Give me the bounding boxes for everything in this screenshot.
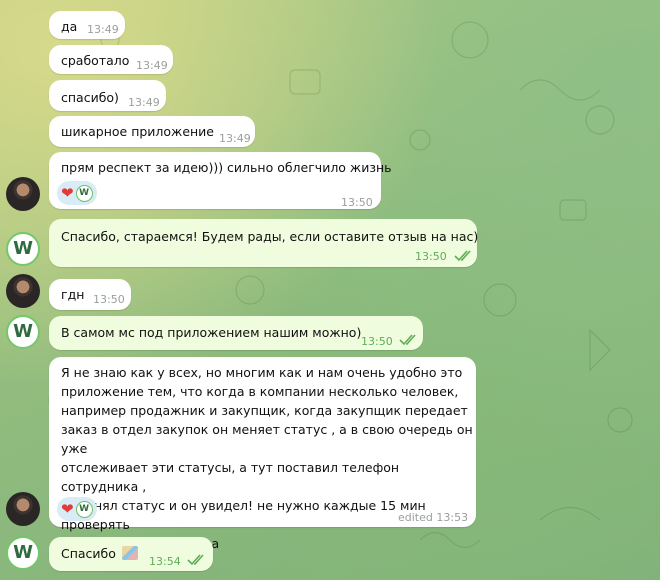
message-bubble[interactable]: сработало 13:49 xyxy=(49,45,173,74)
message-time: 13:50 xyxy=(361,335,393,348)
avatar[interactable]: W xyxy=(6,232,40,266)
message-bubble[interactable]: гдн 13:50 xyxy=(49,279,131,310)
message-bubble[interactable]: прям респект за идею))) сильно облегчило… xyxy=(49,152,392,209)
message-time: 13:50 xyxy=(341,196,373,209)
reactor-avatar-letter: W xyxy=(79,503,90,514)
message-time: 13:49 xyxy=(219,132,251,145)
reaction-pill[interactable]: ❤ W xyxy=(57,497,97,521)
message-text: сработало xyxy=(61,53,130,68)
message-text-content: Спасибо xyxy=(61,546,116,561)
message-time: 13:49 xyxy=(87,23,119,36)
message-time: 13:50 xyxy=(93,293,125,306)
read-checks-icon xyxy=(454,250,472,262)
read-checks-icon xyxy=(187,554,205,566)
message-bubble[interactable]: В самом мс под приложением нашим можно) … xyxy=(49,316,423,350)
avatar-letter: W xyxy=(13,542,33,563)
message-bubble[interactable]: Спасибо, стараемся! Будем рады, если ост… xyxy=(49,219,479,267)
reactor-avatar: W xyxy=(75,500,93,518)
heart-icon: ❤ xyxy=(61,183,74,202)
message-text: Спасибо xyxy=(61,544,138,563)
message-text: В самом мс под приложением нашим можно) xyxy=(61,325,362,340)
read-checks-icon xyxy=(399,334,417,346)
message-bubble[interactable]: Спасибо 13:54 xyxy=(49,537,213,571)
message-bubble[interactable]: Я не знаю как у всех, но многим как и на… xyxy=(49,357,476,551)
reaction-pill[interactable]: ❤ W xyxy=(57,181,97,205)
avatar-letter: W xyxy=(13,238,33,259)
message-time: 13:54 xyxy=(149,555,181,568)
message-text: шикарное приложение xyxy=(61,124,214,139)
message-text: да xyxy=(61,19,78,34)
message-text: спасибо) xyxy=(61,90,119,105)
message-line: заказ в отдел закупок он меняет статус ,… xyxy=(61,422,473,456)
avatar[interactable]: W xyxy=(6,536,40,570)
avatar[interactable]: W xyxy=(6,315,40,349)
message-line: приложение тем, что когда в компании нес… xyxy=(61,384,459,399)
message-line: например продажник и закупщик, когда зак… xyxy=(61,403,468,418)
message-text: Спасибо, стараемся! Будем рады, если ост… xyxy=(61,229,479,244)
message-time: 13:49 xyxy=(136,59,168,72)
heart-icon: ❤ xyxy=(61,499,74,518)
message-text: прям респект за идею))) сильно облегчило… xyxy=(61,160,392,175)
map-emoji-icon xyxy=(121,546,138,560)
message-time: 13:50 xyxy=(415,250,447,263)
avatar[interactable] xyxy=(6,177,40,211)
message-bubble[interactable]: да 13:49 xyxy=(49,11,125,39)
message-bubble[interactable]: спасибо) 13:49 xyxy=(49,80,166,111)
avatar-letter: W xyxy=(13,321,33,342)
avatar[interactable] xyxy=(6,274,40,308)
reactor-avatar-letter: W xyxy=(79,187,90,198)
avatar[interactable] xyxy=(6,492,40,526)
reactor-avatar: W xyxy=(75,184,93,202)
message-line: отслеживает эти статусы, а тут поставил … xyxy=(61,460,400,494)
message-time: edited 13:53 xyxy=(398,511,469,524)
message-text: гдн xyxy=(61,287,85,302)
message-bubble[interactable]: шикарное приложение 13:49 xyxy=(49,116,255,147)
message-time: 13:49 xyxy=(128,96,160,109)
message-line: Я не знаю как у всех, но многим как и на… xyxy=(61,365,463,380)
